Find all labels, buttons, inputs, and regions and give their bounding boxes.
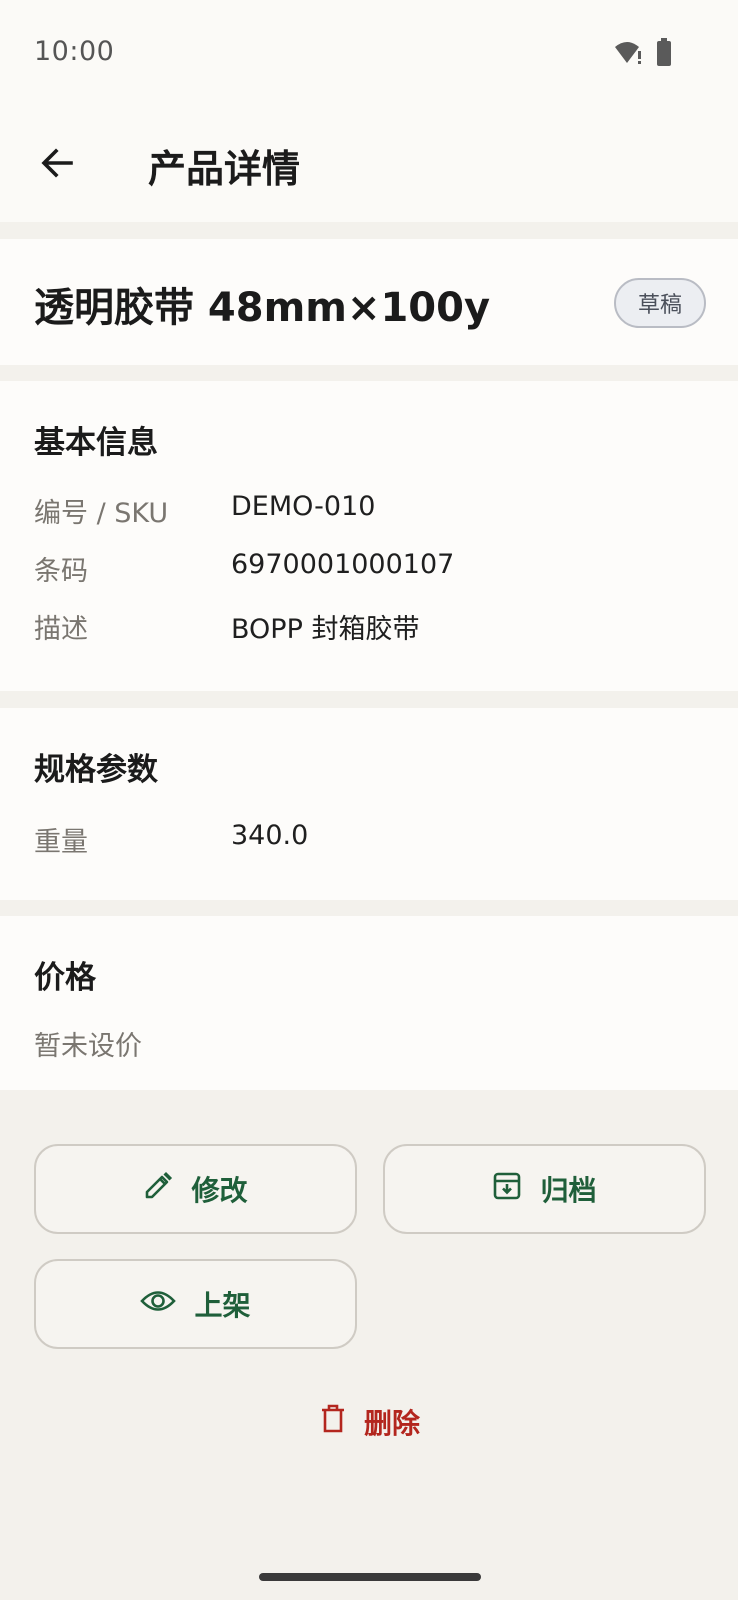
archive-button-label: 归档 [540, 1174, 597, 1207]
section-title-price: 价格 [34, 960, 96, 996]
basic-info-card: 基本信息 编号 / SKU DEMO-010 条码 6970001000107 … [0, 381, 738, 691]
label-barcode: 条码 [34, 556, 88, 587]
section-title-specs: 规格参数 [34, 752, 158, 788]
value-description: BOPP 封箱胶带 [231, 614, 420, 645]
screen: 10:00 产品详情 透明胶带 48mm×100y 草稿 基本信息 编号 / S… [0, 0, 738, 1600]
product-header-card: 透明胶带 48mm×100y 草稿 [0, 239, 738, 365]
publish-button-label: 上架 [194, 1289, 251, 1322]
status-time: 10:00 [34, 36, 115, 67]
section-title-basic-info: 基本信息 [34, 425, 158, 461]
archive-icon [492, 1171, 522, 1208]
publish-button[interactable]: 上架 [34, 1259, 357, 1349]
trash-icon [320, 1404, 346, 1441]
edit-button[interactable]: 修改 [34, 1144, 357, 1234]
home-indicator[interactable] [259, 1573, 481, 1581]
pencil-icon [143, 1171, 173, 1208]
price-empty-text: 暂未设价 [34, 1031, 142, 1062]
eye-icon [140, 1288, 177, 1321]
back-button[interactable] [28, 136, 86, 194]
delete-button[interactable]: 删除 [300, 1392, 440, 1452]
label-description: 描述 [34, 614, 88, 645]
battery-icon [656, 38, 672, 70]
app-bar: 产品详情 [0, 108, 738, 222]
label-weight: 重量 [34, 827, 88, 858]
page-title: 产品详情 [148, 147, 301, 191]
status-icons [614, 38, 672, 70]
delete-button-label: 删除 [363, 1407, 420, 1440]
specs-card: 规格参数 重量 340.0 [0, 708, 738, 900]
value-weight: 340.0 [231, 820, 309, 851]
value-sku: DEMO-010 [231, 491, 376, 522]
price-card: 价格 暂未设价 [0, 916, 738, 1090]
product-name: 透明胶带 48mm×100y [34, 285, 491, 331]
status-badge: 草稿 [613, 278, 706, 328]
edit-button-label: 修改 [191, 1174, 248, 1207]
status-bar: 10:00 [0, 0, 738, 108]
value-barcode: 6970001000107 [231, 549, 455, 580]
arrow-back-icon [37, 143, 77, 187]
archive-button[interactable]: 归档 [383, 1144, 706, 1234]
wifi-alert-icon [614, 39, 644, 69]
label-sku: 编号 / SKU [34, 498, 169, 529]
